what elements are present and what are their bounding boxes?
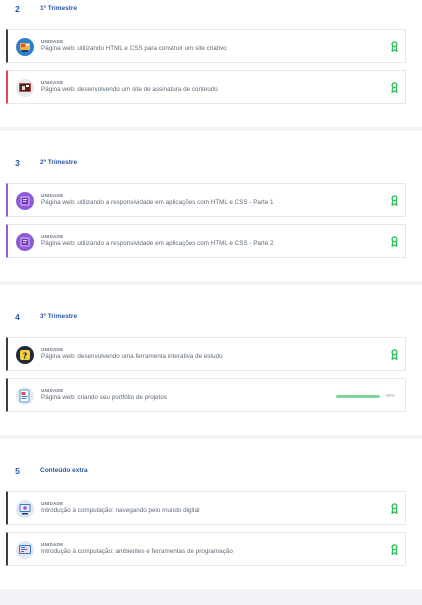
section-number: 4 [15,312,20,322]
portfolio-icon [16,387,34,405]
completed-badge-icon [391,195,398,206]
section-header: 5 Conteúdo extra [0,466,422,486]
section-header: 2 1º Trimestre [0,4,422,24]
progress-bar [336,395,380,398]
card-title: Página web: desenvolvendo uma ferramenta… [41,353,223,360]
unit-card-responsive-part-2[interactable]: UNIDADE Página web: utilizando a respons… [6,224,406,258]
card-kind-label: UNIDADE [41,542,64,547]
unit-card-interactive-study-tool[interactable]: ? UNIDADE Página web: desenvolvendo uma … [6,337,406,371]
responsive-html-css-icon [16,192,34,210]
section-number: 5 [15,466,20,476]
card-title: Página web: utilizando HTML e CSS para c… [41,45,227,52]
unit-card-digital-world[interactable]: UNIDADE Introdução à computação: navegan… [6,491,406,525]
completed-badge-icon [391,82,398,93]
interactive-study-tool-icon: ? [16,346,34,364]
progress-fill [336,395,380,398]
card-title: Página web: utilizando a responsividade … [41,240,274,247]
section-3-trimestre: 4 3º Trimestre ? UNIDADE Página web: des… [0,285,422,435]
card-title: Página web: utilizando a responsividade … [41,199,274,206]
section-title: 2º Trimestre [40,159,78,166]
section-conteudo-extra: 5 Conteúdo extra UNIDADE Introdução à co… [0,439,422,589]
card-kind-label: UNIDADE [41,388,64,393]
card-kind-label: UNIDADE [41,501,64,506]
card-title: Introdução à computação: ambientes e fer… [41,548,233,555]
digital-world-icon [16,500,34,518]
card-title: Introdução à computação: navegando pelo … [41,507,200,514]
unit-card-programming-tools[interactable]: UNIDADE Introdução à computação: ambient… [6,532,406,566]
card-kind-label: UNIDADE [41,80,64,85]
completed-badge-icon [391,544,398,555]
unit-card-html-css-creative-site[interactable]: UNIDADE Página web: utilizando HTML e CS… [6,29,406,63]
unit-card-project-portfolio[interactable]: UNIDADE Página web: criando seu portfóli… [6,378,406,412]
section-title: 1º Trimestre [40,5,78,12]
section-header: 4 3º Trimestre [0,312,422,332]
section-number: 3 [15,158,20,168]
section-header: 3 2º Trimestre [0,158,422,178]
card-title: Página web: criando seu portfólio de pro… [41,394,168,401]
section-2-trimestre: 3 2º Trimestre UNIDADE Página web: utili… [0,131,422,281]
card-title: Página web: desenvolvendo um site de ass… [41,86,218,93]
section-title: Conteúdo extra [40,467,88,474]
programming-tools-icon [16,541,34,559]
subscription-site-icon [16,79,34,97]
unit-card-subscription-site[interactable]: UNIDADE Página web: desenvolvendo um sit… [6,70,406,104]
html-css-creative-site-icon [16,38,34,56]
section-1-trimestre: 2 1º Trimestre UNIDADE Página web: utili… [0,0,422,127]
completed-badge-icon [391,236,398,247]
card-kind-label: UNIDADE [41,193,64,198]
completed-badge-icon [391,349,398,360]
card-kind-label: UNIDADE [41,39,64,44]
progress-percent: 99% [386,393,396,398]
svg-text:?: ? [23,352,28,361]
card-kind-label: UNIDADE [41,234,64,239]
completed-badge-icon [391,41,398,52]
section-title: 3º Trimestre [40,313,78,320]
responsive-html-css-icon [16,233,34,251]
unit-card-responsive-part-1[interactable]: UNIDADE Página web: utilizando a respons… [6,183,406,217]
card-kind-label: UNIDADE [41,347,64,352]
section-number: 2 [15,4,20,14]
completed-badge-icon [391,503,398,514]
